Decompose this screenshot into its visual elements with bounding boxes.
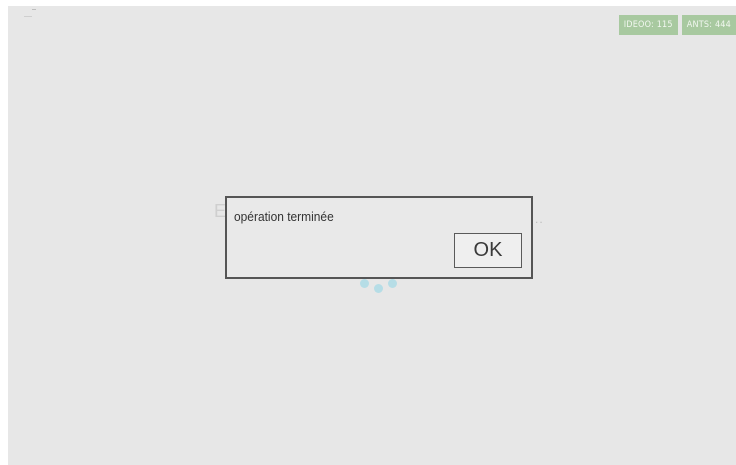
status-badge-ants: ANTS: 444 (681, 15, 736, 35)
loading-dot (360, 279, 369, 288)
status-badges: IDEOO: 115 ANTS: 444 (618, 15, 736, 35)
marker-dash (24, 16, 32, 17)
top-left-marker (24, 8, 36, 18)
marker-dash (32, 9, 36, 10)
alert-dialog: opération terminée OK (225, 196, 533, 279)
background-ellipsis: .. (535, 212, 544, 226)
loading-dot (374, 284, 383, 293)
loading-spinner (360, 278, 400, 298)
dialog-message: opération terminée (234, 209, 334, 224)
status-badge-ideoo: IDEOO: 115 (618, 15, 678, 35)
loading-dot (388, 279, 397, 288)
ok-button[interactable]: OK (454, 233, 522, 268)
app-screen: IDEOO: 115 ANTS: 444 E .. opération term… (8, 6, 736, 465)
